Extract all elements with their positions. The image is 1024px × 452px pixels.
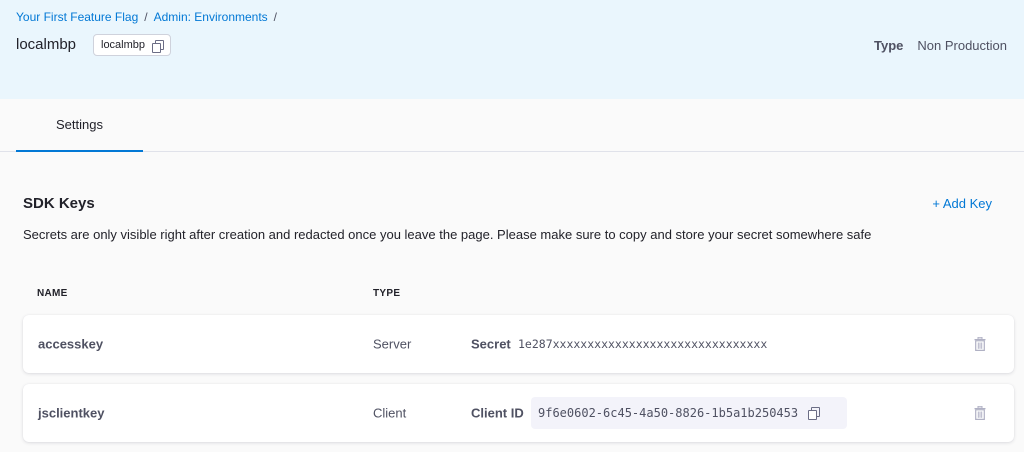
- breadcrumb-link-admin-environments[interactable]: Admin: Environments: [154, 10, 268, 24]
- table-row: accesskey Server Secret 1e287xxxxxxxxxxx…: [23, 315, 1014, 373]
- tab-settings[interactable]: Settings: [16, 99, 143, 152]
- key-name: accesskey: [38, 336, 104, 352]
- key-client-id-value: 9f6e0602-6c45-4a50-8826-1b5a1b250453: [538, 406, 799, 420]
- environment-identifier: localmbp: [101, 39, 146, 51]
- breadcrumb-separator: /: [273, 10, 278, 24]
- type-value: Non Production: [917, 38, 1007, 53]
- key-type: Server: [373, 336, 412, 352]
- secrets-note: Secrets are only visible right after cre…: [23, 227, 872, 242]
- key-client-id-label: Client ID: [471, 405, 524, 421]
- key-type: Client: [373, 405, 407, 421]
- sdk-keys-title: SDK Keys: [23, 195, 95, 212]
- copy-icon[interactable]: [808, 407, 821, 420]
- client-id-box: 9f6e0602-6c45-4a50-8826-1b5a1b250453: [531, 397, 847, 429]
- page-title: localmbp: [16, 36, 77, 53]
- key-secret-label: Secret: [471, 336, 511, 352]
- type-label: Type: [873, 38, 904, 53]
- key-name: jsclientkey: [38, 405, 105, 421]
- key-secret-value: 1e287xxxxxxxxxxxxxxxxxxxxxxxxxxxxxxx: [518, 337, 768, 351]
- copy-icon[interactable]: [152, 39, 165, 53]
- environment-type: Type Non Production: [874, 38, 1007, 53]
- trash-icon[interactable]: [974, 337, 986, 351]
- environment-identifier-chip: localmbp: [93, 34, 172, 56]
- environment-header: Your First Feature Flag / Admin: Environ…: [0, 0, 1024, 99]
- column-header-type: TYPE: [373, 288, 401, 299]
- breadcrumb-separator: /: [144, 10, 148, 24]
- trash-icon[interactable]: [974, 406, 986, 420]
- tab-bar: Settings: [0, 99, 1024, 152]
- breadcrumb: Your First Feature Flag / Admin: Environ…: [16, 10, 277, 24]
- column-header-name: NAME: [37, 288, 68, 299]
- add-key-button[interactable]: + Add Key: [932, 196, 992, 211]
- table-row: jsclientkey Client Client ID 9f6e0602-6c…: [23, 384, 1014, 442]
- breadcrumb-link-feature-flag[interactable]: Your First Feature Flag: [16, 10, 138, 24]
